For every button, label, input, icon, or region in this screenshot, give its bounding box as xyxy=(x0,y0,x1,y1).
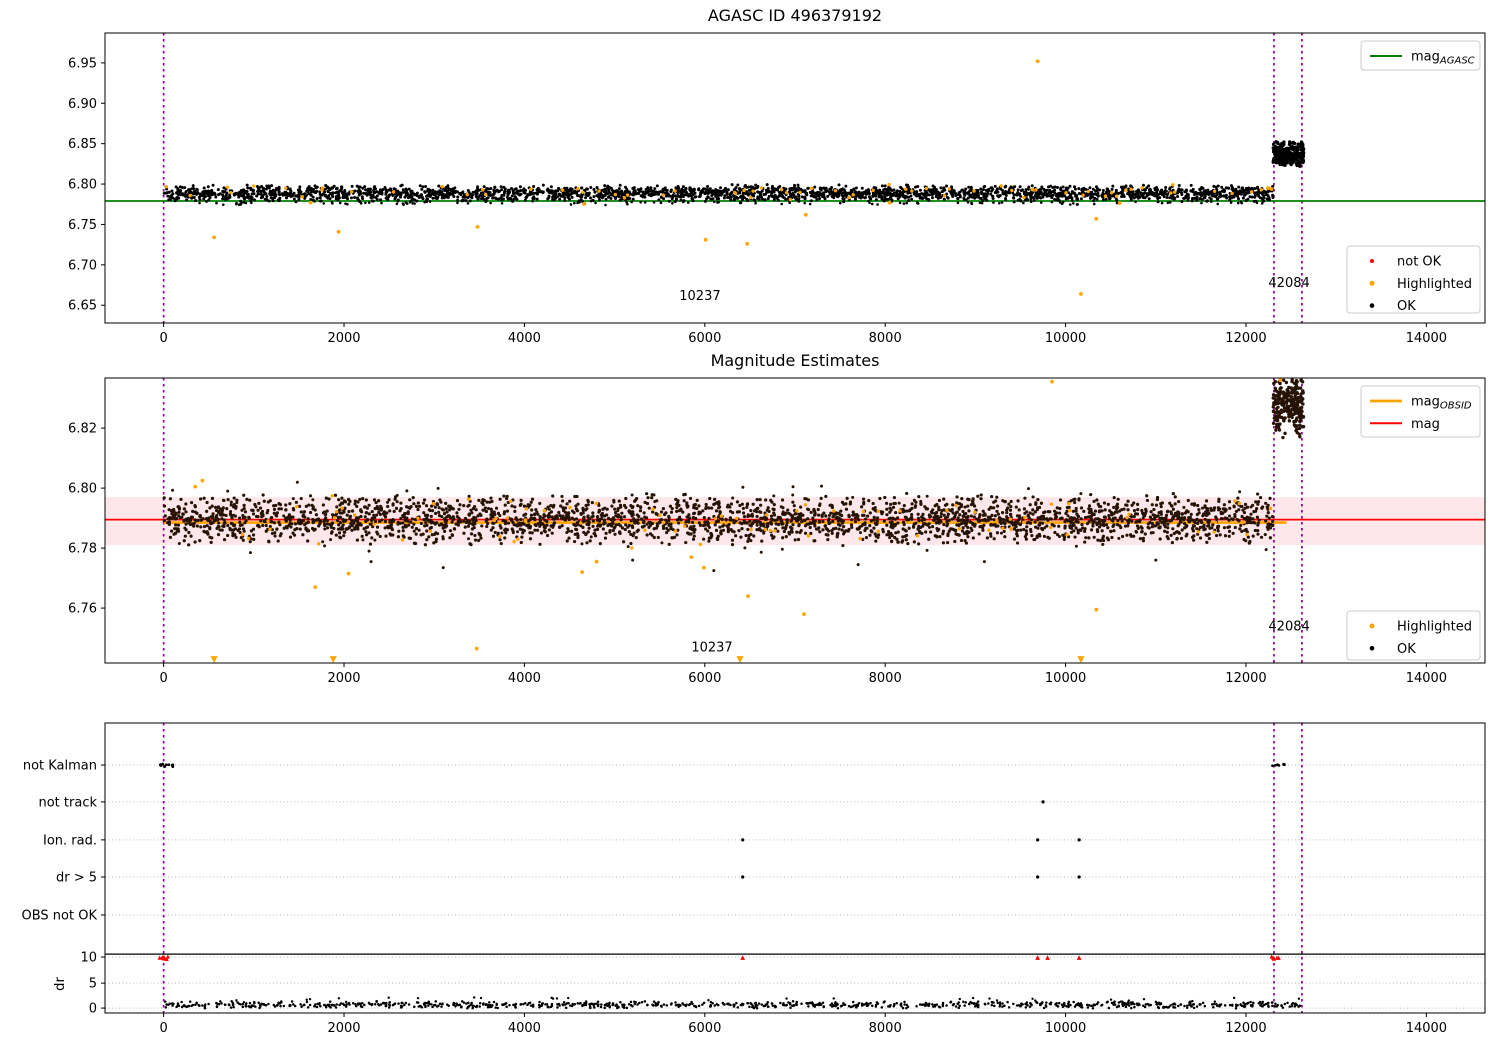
scatter-cluster xyxy=(164,1000,1301,1010)
scatter-cluster xyxy=(158,954,170,961)
legend-item-label: Highlighted xyxy=(1397,620,1472,635)
obsid-annotation: 42084 xyxy=(1268,620,1309,635)
x-tick-label: 12000 xyxy=(1225,671,1266,686)
plot-magnitude-estimates: 0 2000 4000 6000 8000 10000 12000 14000 6.76 6.78… xyxy=(68,351,1485,686)
legend: not OK Highlighted OK xyxy=(1347,246,1480,314)
y-tick-label: 6.70 xyxy=(68,258,97,273)
y-tick-label: not Kalman xyxy=(23,759,97,774)
x-tick-label: 2000 xyxy=(327,671,360,686)
scatter-points xyxy=(370,559,1158,573)
figure-canvas: 020004000600080001000012000140006.656.70… xyxy=(0,0,1500,1050)
x-tick-label: 0 xyxy=(159,331,167,346)
x-tick-label: 12000 xyxy=(1225,331,1266,346)
plot-title: AGASC ID 496379192 xyxy=(708,6,882,25)
y-tick-label: 6.75 xyxy=(68,218,97,233)
x-tick-label: 14000 xyxy=(1406,1021,1447,1036)
y-tick-label: 10 xyxy=(80,951,97,966)
x-tick-label: 4000 xyxy=(508,671,541,686)
y-tick-label: 6.78 xyxy=(68,542,97,557)
legend-item-label: OK xyxy=(1397,642,1416,657)
y-tick-label: 6.90 xyxy=(68,97,97,112)
x-tick-label: 2000 xyxy=(327,1021,360,1036)
x-tick-label: 6000 xyxy=(688,331,721,346)
x-tick-label: 8000 xyxy=(869,331,902,346)
flag-points xyxy=(740,955,1081,960)
x-tick-label: 10000 xyxy=(1045,671,1086,686)
legend-item-label: mag xyxy=(1411,417,1440,432)
x-tick-label: 4000 xyxy=(508,331,541,346)
scatter-cluster xyxy=(1271,763,1286,767)
y-tick-label: OBS not OK xyxy=(22,908,98,923)
x-tick-label: 12000 xyxy=(1225,1021,1266,1036)
x-tick-label: 6000 xyxy=(688,671,721,686)
legend: magAGASC xyxy=(1361,41,1480,70)
x-tick-label: 0 xyxy=(159,1021,167,1036)
legend-item-label: not OK xyxy=(1397,255,1442,270)
x-tick-label: 6000 xyxy=(688,1021,721,1036)
legend-item-label: Highlighted xyxy=(1397,277,1472,292)
scatter-points xyxy=(212,59,1270,295)
y-tick-label: 0 xyxy=(89,1002,97,1017)
legend: Highlighted OK xyxy=(1347,611,1480,660)
legend-dot-sample xyxy=(1370,281,1375,286)
axes-frame xyxy=(105,723,1485,1013)
legend: magOBSIDmag xyxy=(1361,386,1480,437)
obsid-annotation: 42084 xyxy=(1268,276,1309,291)
x-tick-label: 14000 xyxy=(1406,671,1447,686)
y-axis-label: dr xyxy=(53,977,68,991)
legend-dot-sample xyxy=(1370,259,1374,263)
x-tick-label: 14000 xyxy=(1406,331,1447,346)
y-tick-label: 6.82 xyxy=(68,422,97,437)
y-tick-label: 6.80 xyxy=(68,178,97,193)
clipped-low-markers xyxy=(211,656,1085,663)
obsid-annotation: 10237 xyxy=(691,641,732,656)
legend-dot-sample xyxy=(1370,624,1375,629)
y-tick-label: not track xyxy=(38,795,97,810)
x-tick-label: 4000 xyxy=(508,1021,541,1036)
legend-item-label: OK xyxy=(1397,299,1416,314)
y-tick-label: 6.65 xyxy=(68,299,97,314)
x-tick-label: 10000 xyxy=(1045,331,1086,346)
x-tick-label: 8000 xyxy=(869,671,902,686)
plot-flags-dr: 0 2000 4000 6000 8000 10000 12000 14000 not Kalm… xyxy=(22,723,1486,1036)
y-tick-label: 6.85 xyxy=(68,137,97,152)
scatter-cluster xyxy=(1272,378,1306,439)
scatter-cluster xyxy=(1272,140,1306,168)
y-tick-label: dr > 5 xyxy=(56,870,97,885)
legend-dot-sample xyxy=(1370,646,1375,651)
obsid-annotation: 10237 xyxy=(679,289,720,304)
x-tick-label: 8000 xyxy=(869,1021,902,1036)
y-tick-label: 5 xyxy=(89,977,97,992)
x-tick-label: 0 xyxy=(159,671,167,686)
y-tick-label: 6.76 xyxy=(68,602,97,617)
y-tick-label: 6.95 xyxy=(68,56,97,71)
y-tick-label: 6.80 xyxy=(68,482,97,497)
y-tick-label: Ion. rad. xyxy=(43,833,97,848)
plot-mag-agasc: 0 2000 4000 6000 8000 10000 12000 14000 6.65 6.70… xyxy=(68,6,1485,346)
figure-svg: 020004000600080001000012000140006.656.70… xyxy=(0,0,1500,1050)
scatter-cluster xyxy=(159,763,174,768)
x-tick-label: 10000 xyxy=(1045,1021,1086,1036)
scatter-cluster xyxy=(1269,954,1280,960)
x-tick-label: 2000 xyxy=(327,331,360,346)
legend-dot-sample xyxy=(1370,303,1375,308)
plot-title: Magnitude Estimates xyxy=(711,351,880,370)
